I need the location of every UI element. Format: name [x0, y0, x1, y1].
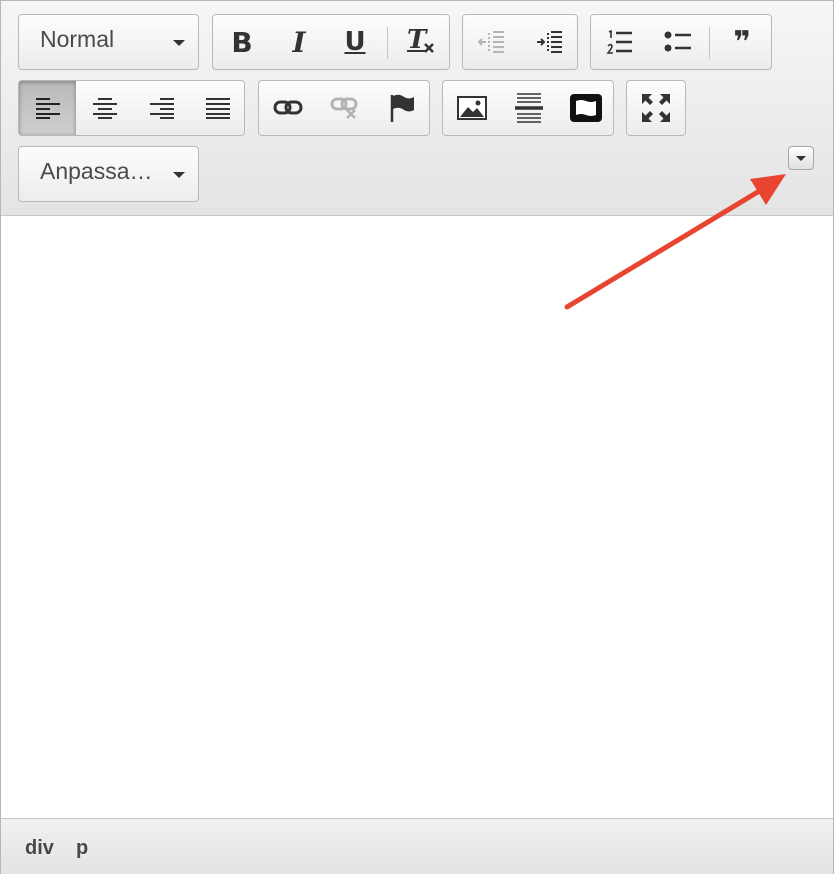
anchor-button[interactable] [373, 81, 431, 135]
align-center-button[interactable] [76, 81, 133, 135]
unlink-button[interactable] [317, 81, 373, 135]
justify-button[interactable] [190, 81, 245, 135]
justify-icon [205, 98, 230, 119]
flag-icon [390, 94, 414, 122]
editor-toolbar: Normal B I U T ❞ Anpassa… [1, 1, 833, 216]
chevron-down-icon [173, 40, 185, 46]
caret-down-icon [796, 156, 806, 161]
align-right-icon [149, 98, 174, 119]
blockquote-icon: ❞ [733, 24, 751, 60]
remove-format-icon: T [405, 25, 435, 57]
lists-group: ❞ [590, 14, 772, 70]
basic-styles-group: B I U T [212, 14, 450, 70]
bold-icon: B [231, 25, 253, 59]
numbered-list-icon [606, 29, 632, 54]
underline-button[interactable]: U [327, 15, 383, 69]
italic-icon: I [292, 25, 306, 59]
format-dropdown[interactable]: Normal [18, 14, 199, 70]
image-button[interactable] [443, 81, 501, 135]
chevron-down-icon [173, 172, 185, 178]
maximize-button[interactable] [627, 81, 685, 135]
links-group [258, 80, 430, 136]
blockquote-button[interactable]: ❞ [712, 15, 772, 69]
iframe-icon [570, 94, 602, 122]
rich-text-editor: Normal B I U T ❞ Anpassa… div p [0, 0, 834, 874]
path-element-p[interactable]: p [76, 837, 88, 860]
styles-dropdown[interactable]: Anpassa… [18, 146, 199, 202]
remove-format-button[interactable]: T [391, 15, 449, 69]
link-button[interactable] [259, 81, 317, 135]
bulleted-list-button[interactable] [649, 15, 707, 69]
unlink-icon [330, 97, 358, 119]
indent-icon [537, 31, 562, 53]
align-left-icon [35, 98, 60, 119]
editing-area[interactable] [1, 216, 833, 818]
outdent-button[interactable] [463, 15, 521, 69]
bulleted-list-icon [664, 31, 691, 52]
align-right-button[interactable] [133, 81, 190, 135]
outdent-icon [477, 31, 504, 53]
align-center-icon [92, 98, 117, 119]
path-element-div[interactable]: div [25, 837, 54, 860]
iframe-button[interactable] [557, 81, 615, 135]
bold-button[interactable]: B [213, 15, 271, 69]
elements-path-bar: div p [1, 818, 833, 874]
numbered-list-button[interactable] [591, 15, 649, 69]
indent-button[interactable] [521, 15, 579, 69]
format-dropdown-label: Normal [40, 26, 115, 52]
horizontal-line-icon [515, 93, 543, 123]
align-left-button[interactable] [19, 81, 76, 135]
italic-button[interactable]: I [271, 15, 327, 69]
image-icon [457, 96, 487, 120]
link-icon [273, 100, 303, 115]
indent-group [462, 14, 578, 70]
maximize-icon [642, 94, 670, 122]
maximize-group [626, 80, 686, 136]
alignment-group [18, 80, 245, 136]
toolbar-separator [709, 27, 710, 59]
toolbar-separator [387, 27, 388, 59]
horizontal-line-button[interactable] [501, 81, 557, 135]
styles-dropdown-label: Anpassa… [40, 158, 153, 184]
underline-icon: U [344, 27, 366, 57]
toolbar-collapse-button[interactable] [788, 146, 814, 170]
insert-group [442, 80, 614, 136]
